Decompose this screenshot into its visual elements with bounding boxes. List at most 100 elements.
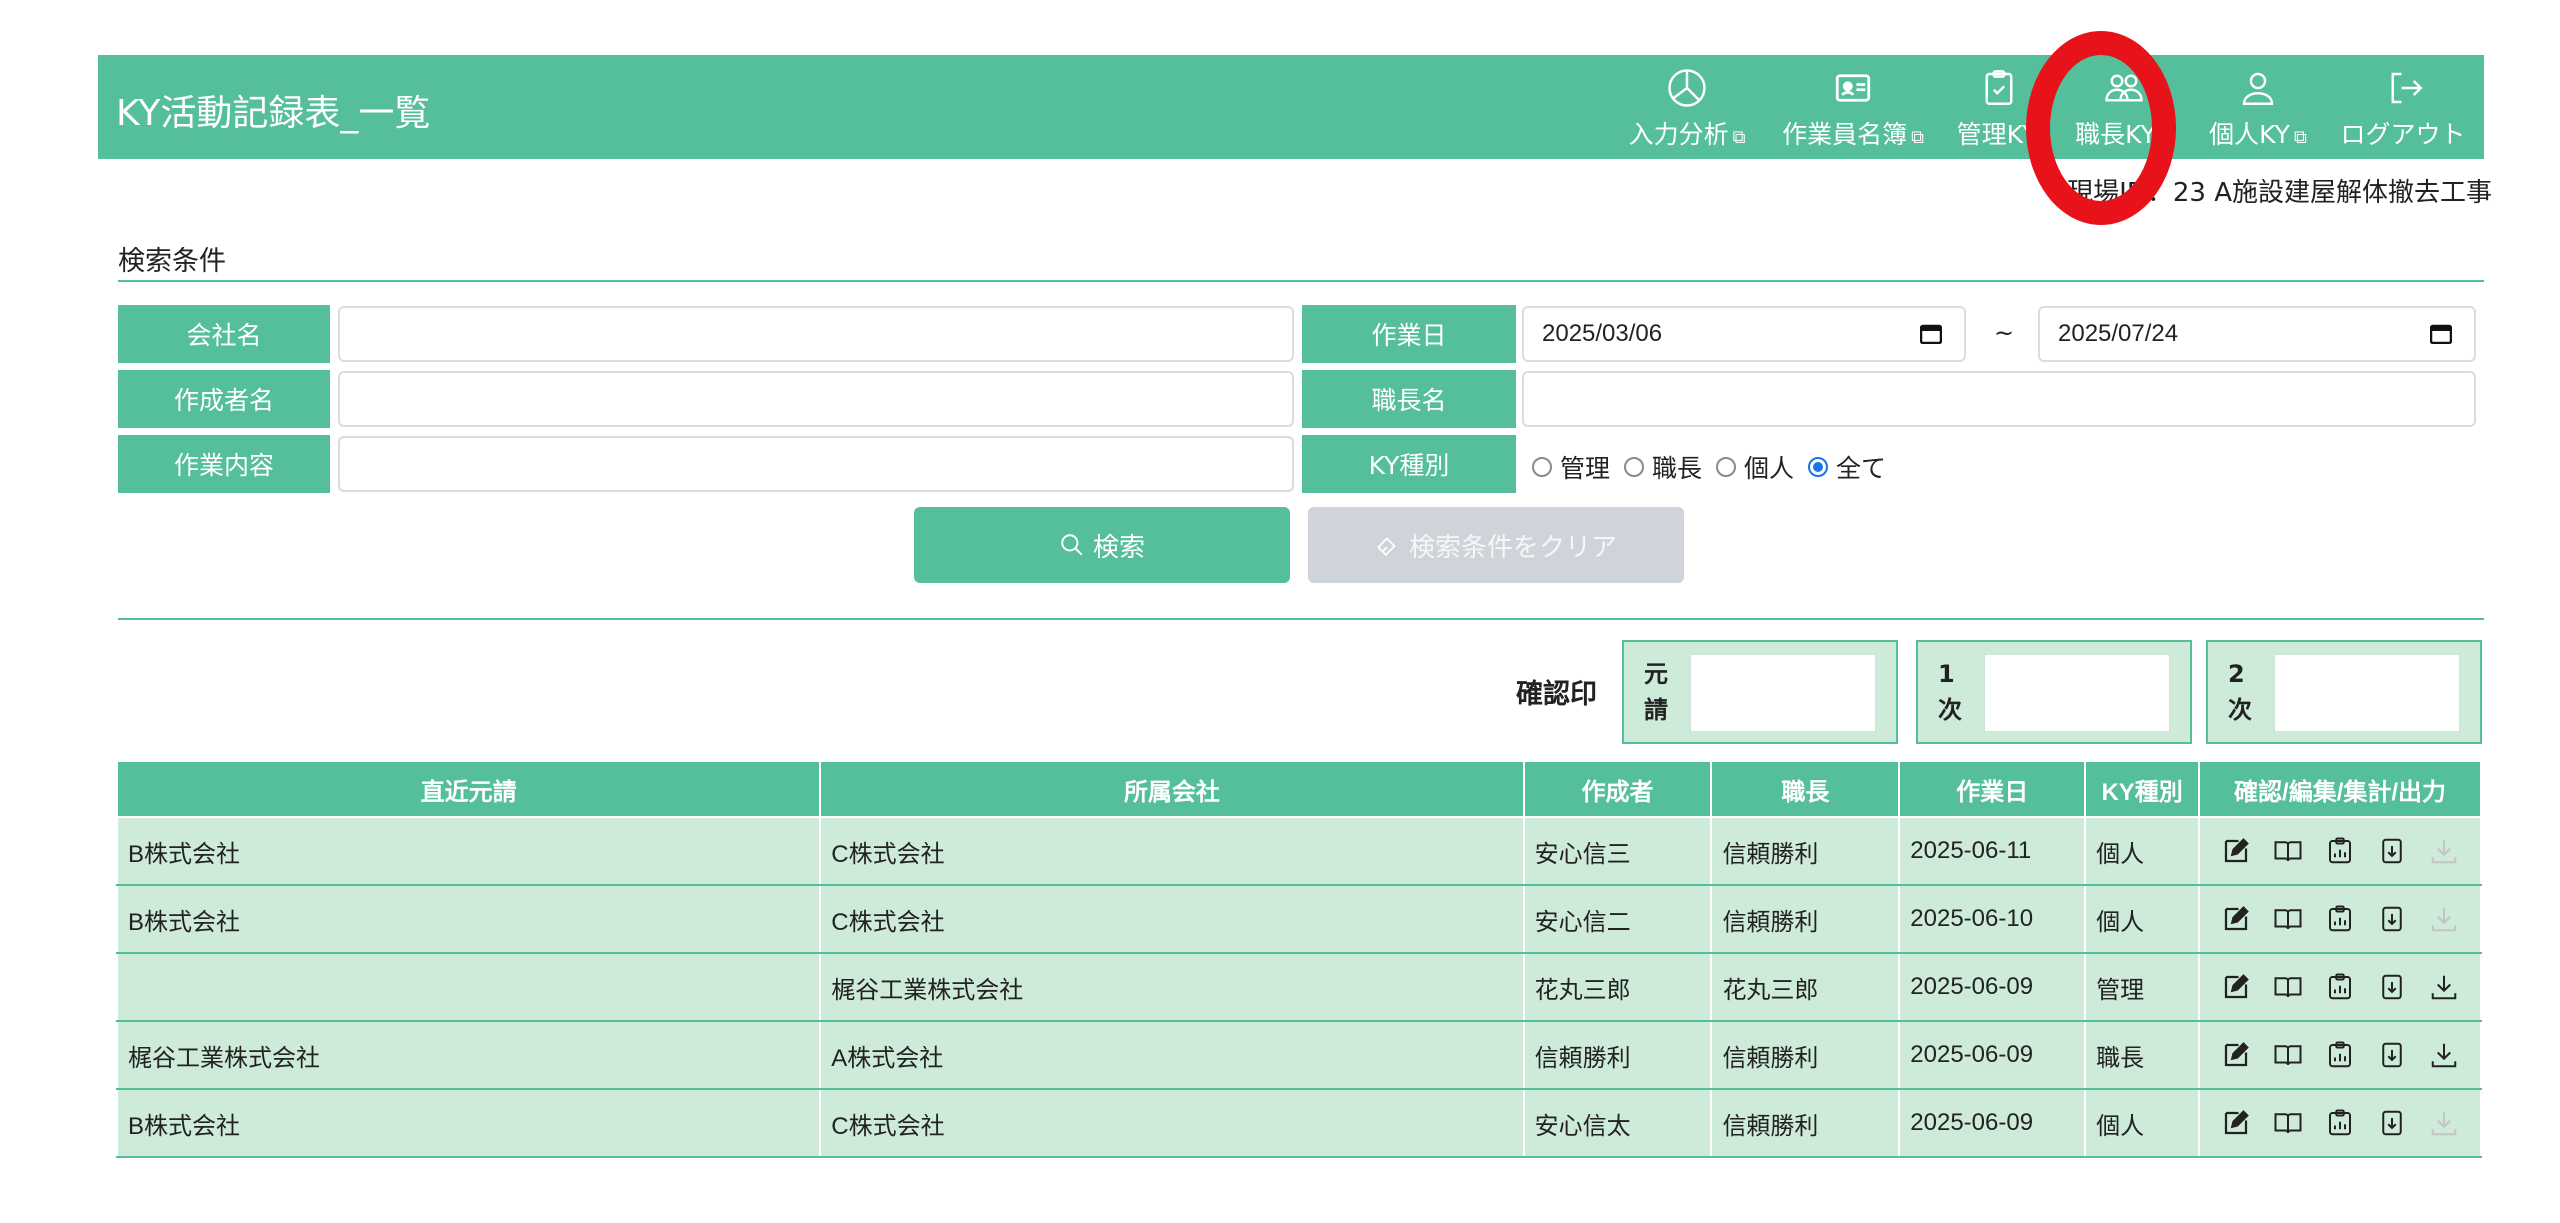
edit-icon[interactable] xyxy=(2221,972,2251,1002)
person-icon xyxy=(2242,72,2274,105)
radio-circle xyxy=(1532,457,1552,477)
nav-worker-roster[interactable]: 作業員名簿 ⧉ xyxy=(1766,55,1940,151)
book-open-icon[interactable] xyxy=(2273,904,2303,934)
download-icon xyxy=(2431,1111,2457,1136)
date-range-separator: ~ xyxy=(1994,319,2015,347)
file-download-icon[interactable] xyxy=(2377,1040,2407,1070)
file-download-icon[interactable] xyxy=(2377,972,2407,1002)
table-header-row: 直近元請 所属会社 作成者 職長 作業日 KY種別 確認/編集/集計/出力 xyxy=(115,760,2482,818)
content-label: 作業内容 xyxy=(118,435,330,493)
nav-label: 作業員名簿 xyxy=(1782,120,1908,149)
cell-foreman: 信頼勝利 xyxy=(1710,816,1901,886)
cell-company: A株式会社 xyxy=(819,1020,1525,1090)
cell-type: 職長 xyxy=(2084,1020,2201,1090)
clipboard-chart-icon[interactable] xyxy=(2325,1040,2355,1070)
stamp-tag: 2 次 xyxy=(2228,660,2252,724)
company-label: 会社名 xyxy=(118,305,330,363)
cell-author: 安心信三 xyxy=(1522,816,1713,886)
book-open-icon[interactable] xyxy=(2273,972,2303,1002)
file-download-icon[interactable] xyxy=(2377,836,2407,866)
radio-management[interactable]: 管理 xyxy=(1532,449,1610,485)
company-input[interactable] xyxy=(338,306,1294,362)
radio-label: 個人 xyxy=(1744,454,1795,483)
radio-label: 職長 xyxy=(1652,454,1703,483)
clipboard-chart-icon[interactable] xyxy=(2325,836,2355,866)
cell-company: C株式会社 xyxy=(819,884,1525,954)
book-open-icon[interactable] xyxy=(2273,1040,2303,1070)
book-open-icon[interactable] xyxy=(2273,836,2303,866)
table-row: B株式会社 C株式会社 安心信三 信頼勝利 2025-06-11 個人 xyxy=(115,816,2482,886)
id-card-icon xyxy=(1835,74,1871,102)
cell-prime: 梶谷工業株式会社 xyxy=(115,1020,822,1090)
download-icon[interactable] xyxy=(2429,1040,2459,1070)
nav-label: ログアウト xyxy=(2340,120,2466,149)
nav-input-analysis[interactable]: 入力分析 ⧉ xyxy=(1608,55,1766,151)
nav-personal-ky[interactable]: 個人KY ⧉ xyxy=(2190,55,2326,151)
file-download-icon[interactable] xyxy=(2377,1108,2407,1138)
eraser-icon xyxy=(1377,537,1396,556)
cell-company: 梶谷工業株式会社 xyxy=(819,952,1525,1022)
logout-icon xyxy=(2391,72,2423,104)
nav-label: 入力分析 xyxy=(1628,120,1729,149)
foreman-label: 職長名 xyxy=(1302,370,1516,428)
cell-date: 2025-06-09 xyxy=(1898,1088,2087,1158)
stamp-box[interactable] xyxy=(1690,654,1876,732)
highlight-circle xyxy=(2026,31,2176,225)
date-from-input[interactable]: 2025/03/06 xyxy=(1522,306,1966,362)
edit-icon[interactable] xyxy=(2221,904,2251,934)
radio-circle xyxy=(1808,457,1829,477)
radio-all[interactable]: 全て xyxy=(1808,449,1886,485)
stamp-box[interactable] xyxy=(2274,654,2460,732)
author-input[interactable] xyxy=(338,371,1294,427)
divider xyxy=(118,280,2484,282)
foreman-input[interactable] xyxy=(1522,371,2476,427)
row-actions xyxy=(2210,836,2470,866)
cell-date: 2025-06-09 xyxy=(1898,952,2087,1022)
clipboard-chart-icon[interactable] xyxy=(2325,904,2355,934)
download-icon xyxy=(2431,907,2457,932)
edit-icon[interactable] xyxy=(2221,1040,2251,1070)
cell-type: 個人 xyxy=(2084,816,2201,886)
edit-icon[interactable] xyxy=(2221,836,2251,866)
clear-button[interactable]: 検索条件をクリア xyxy=(1308,507,1684,583)
row-actions xyxy=(2210,904,2470,934)
edit-icon[interactable] xyxy=(2221,1108,2251,1138)
app-title: KY活動記録表_一覧 xyxy=(116,93,431,134)
calendar-icon[interactable] xyxy=(2430,324,2452,344)
cell-prime xyxy=(115,952,822,1022)
radio-personal[interactable]: 個人 xyxy=(1716,449,1794,485)
clipboard-check-icon xyxy=(1985,70,2013,105)
cell-prime: B株式会社 xyxy=(115,1088,822,1158)
cell-foreman: 信頼勝利 xyxy=(1710,1020,1901,1090)
cell-type: 管理 xyxy=(2084,952,2201,1022)
cell-author: 花丸三郎 xyxy=(1522,952,1713,1022)
search-button[interactable]: 検索 xyxy=(914,507,1290,583)
content-input[interactable] xyxy=(338,436,1294,492)
book-open-icon[interactable] xyxy=(2273,1108,2303,1138)
cell-company: C株式会社 xyxy=(819,1088,1525,1158)
file-download-icon[interactable] xyxy=(2377,904,2407,934)
clipboard-chart-icon[interactable] xyxy=(2325,1108,2355,1138)
nav-logout[interactable]: ログアウト xyxy=(2326,55,2484,151)
date-from-value: 2025/03/06 xyxy=(1542,320,1663,347)
cell-actions xyxy=(2198,884,2482,954)
col-header-foreman[interactable]: 職長 xyxy=(1710,760,1901,818)
calendar-icon[interactable] xyxy=(1920,324,1942,344)
author-label: 作成者名 xyxy=(118,370,330,428)
col-header-company[interactable]: 所属会社 xyxy=(819,760,1525,818)
work-date-label: 作業日 xyxy=(1302,305,1516,363)
clear-button-label: 検索条件をクリア xyxy=(1408,532,1617,563)
col-header-author[interactable]: 作成者 xyxy=(1522,760,1713,818)
stamp-second-tier: 2 次 xyxy=(2206,640,2482,744)
download-icon xyxy=(2431,839,2457,864)
col-header-date[interactable]: 作業日 xyxy=(1898,760,2087,818)
cell-foreman: 信頼勝利 xyxy=(1710,884,1901,954)
col-header-prime[interactable]: 直近元請 xyxy=(115,760,822,818)
col-header-type[interactable]: KY種別 xyxy=(2084,760,2201,818)
radio-foreman[interactable]: 職長 xyxy=(1624,449,1702,485)
clipboard-chart-icon[interactable] xyxy=(2325,972,2355,1002)
stamp-box[interactable] xyxy=(1984,654,2170,732)
date-to-input[interactable]: 2025/07/24 xyxy=(2038,306,2476,362)
download-icon[interactable] xyxy=(2429,972,2459,1002)
ky-type-label: KY種別 xyxy=(1302,435,1516,493)
